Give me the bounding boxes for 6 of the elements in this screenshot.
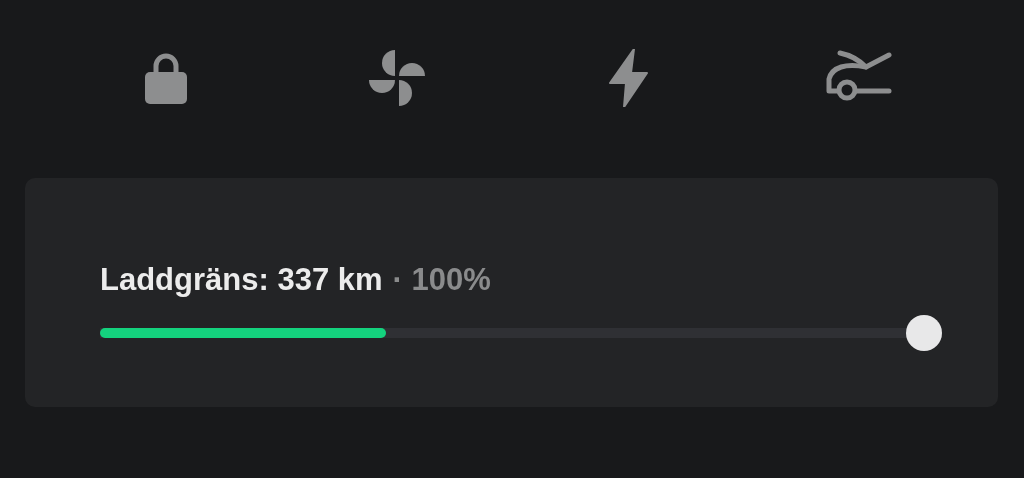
slider-thumb[interactable] — [906, 315, 942, 351]
fan-icon[interactable] — [366, 49, 427, 107]
charge-limit-range: Laddgräns: 337 km — [100, 262, 383, 298]
charge-limit-percent: · 100% — [392, 262, 491, 298]
lightning-icon[interactable] — [607, 49, 648, 107]
lock-icon[interactable] — [144, 52, 187, 104]
